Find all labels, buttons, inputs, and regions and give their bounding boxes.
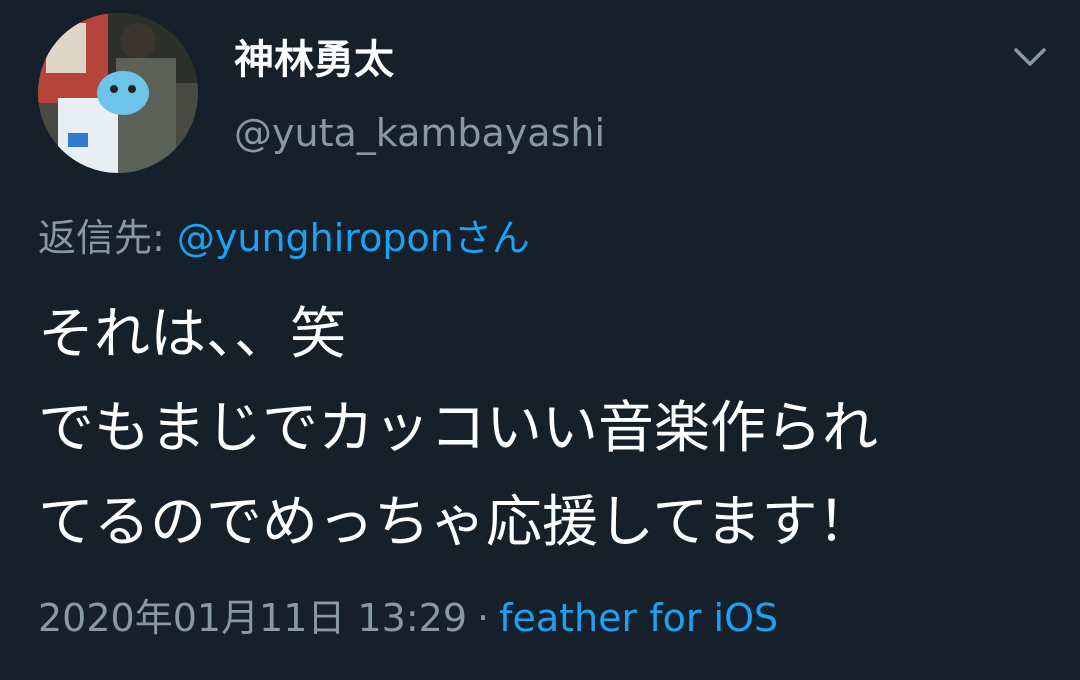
meta-separator: · — [477, 596, 490, 640]
tweet-timestamp[interactable]: 2020年01月11日 13:29 — [38, 596, 467, 640]
user-handle[interactable]: @yuta_kambayashi — [234, 108, 605, 158]
display-name[interactable]: 神林勇太 — [234, 34, 394, 86]
tweet: 神林勇太 @yuta_kambayashi 返信先: @yunghiroponさ… — [0, 0, 1080, 680]
tweet-body-line: でもまじでカッコいい音楽作られ — [38, 396, 878, 461]
tweet-body-line: てるのでめっちゃ応援してます！ — [38, 490, 874, 555]
avatar[interactable] — [38, 13, 198, 173]
tweet-source-link[interactable]: feather for iOS — [499, 596, 778, 640]
reply-mention[interactable]: @yunghiropon — [177, 216, 454, 260]
chevron-down-icon[interactable] — [1008, 40, 1052, 76]
tweet-body: それは、、笑 でもまじでカッコいい音楽作られ てるのでめっちゃ応援してます！ — [38, 288, 1048, 570]
tweet-body-line: それは、、笑 — [38, 302, 346, 367]
reply-prefix: 返信先: — [38, 216, 177, 260]
reply-mention-link[interactable]: @yunghiroponさん — [177, 216, 530, 260]
tweet-meta: 2020年01月11日 13:29 · feather for iOS — [38, 592, 778, 644]
avatar-image — [38, 13, 198, 173]
reply-context: 返信先: @yunghiroponさん — [38, 212, 530, 264]
reply-suffix[interactable]: さん — [454, 216, 530, 260]
